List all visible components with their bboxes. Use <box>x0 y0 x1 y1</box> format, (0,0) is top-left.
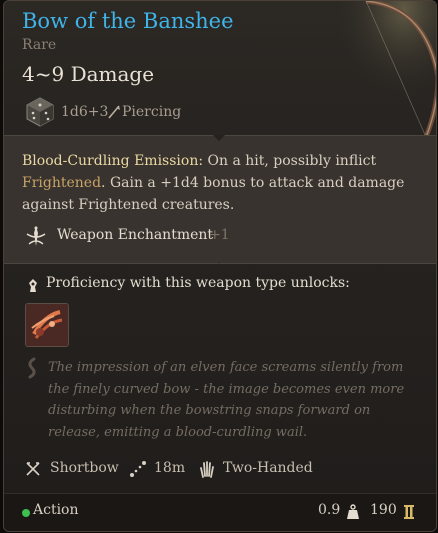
weapon-range: 18m <box>154 460 186 476</box>
action-card-icon <box>26 304 68 346</box>
shortbow-icon <box>26 462 40 476</box>
weapon-properties: Shortbow 18m Two-Handed <box>4 457 436 483</box>
damage-type: Piercing <box>122 104 182 120</box>
enchantment-label[interactable]: Weapon Enchantment <box>57 227 213 243</box>
action-cost: Action <box>33 502 79 518</box>
item-description: Blood-Curdling Emission: On a hit, possi… <box>22 150 432 216</box>
two-handed-icon <box>200 461 214 478</box>
flavor-icon <box>28 357 36 379</box>
divider-notch-bottom <box>213 258 225 264</box>
weapon-handedness[interactable]: Two-Handed <box>223 460 313 476</box>
item-rarity: Rare <box>22 37 57 53</box>
dice-formula: 1d6+3 <box>61 104 109 120</box>
condition-keyword[interactable]: Frightened <box>22 175 101 191</box>
description-section: Blood-Curdling Emission: On a hit, possi… <box>4 135 436 264</box>
dice-icon <box>26 97 54 127</box>
enchantment-bonus: +1 <box>209 227 230 243</box>
description-text-1: On a hit, possibly inflict <box>203 153 377 169</box>
proficiency-icon <box>29 279 37 292</box>
proficiency-label: Proficiency with this weapon type unlock… <box>46 275 350 291</box>
item-damage: 4~9 Damage <box>22 62 155 86</box>
flavor-text: The impression of an elven face screams … <box>48 360 405 440</box>
item-weight: 0.9 <box>318 502 341 518</box>
tooltip-header: Bow of the Banshee Rare 4~9 Damage 1d6+3… <box>4 1 436 135</box>
weight-icon <box>347 504 359 519</box>
item-tooltip: Bow of the Banshee Rare 4~9 Damage 1d6+3… <box>3 0 437 532</box>
enchantment-icon <box>26 226 46 246</box>
piercing-icon <box>108 105 120 119</box>
item-value: 190 <box>370 502 397 518</box>
item-name: Bow of the Banshee <box>22 9 234 33</box>
weapon-action-card[interactable] <box>25 303 69 347</box>
passive-keyword[interactable]: Blood-Curdling Emission: <box>22 153 203 169</box>
weapon-type[interactable]: Shortbow <box>50 460 119 476</box>
divider-notch <box>213 135 225 141</box>
range-icon <box>130 461 146 477</box>
gold-coin-icon <box>404 505 414 519</box>
action-resource-icon <box>22 509 30 517</box>
tooltip-footer: Action 0.9 190 <box>4 493 436 531</box>
